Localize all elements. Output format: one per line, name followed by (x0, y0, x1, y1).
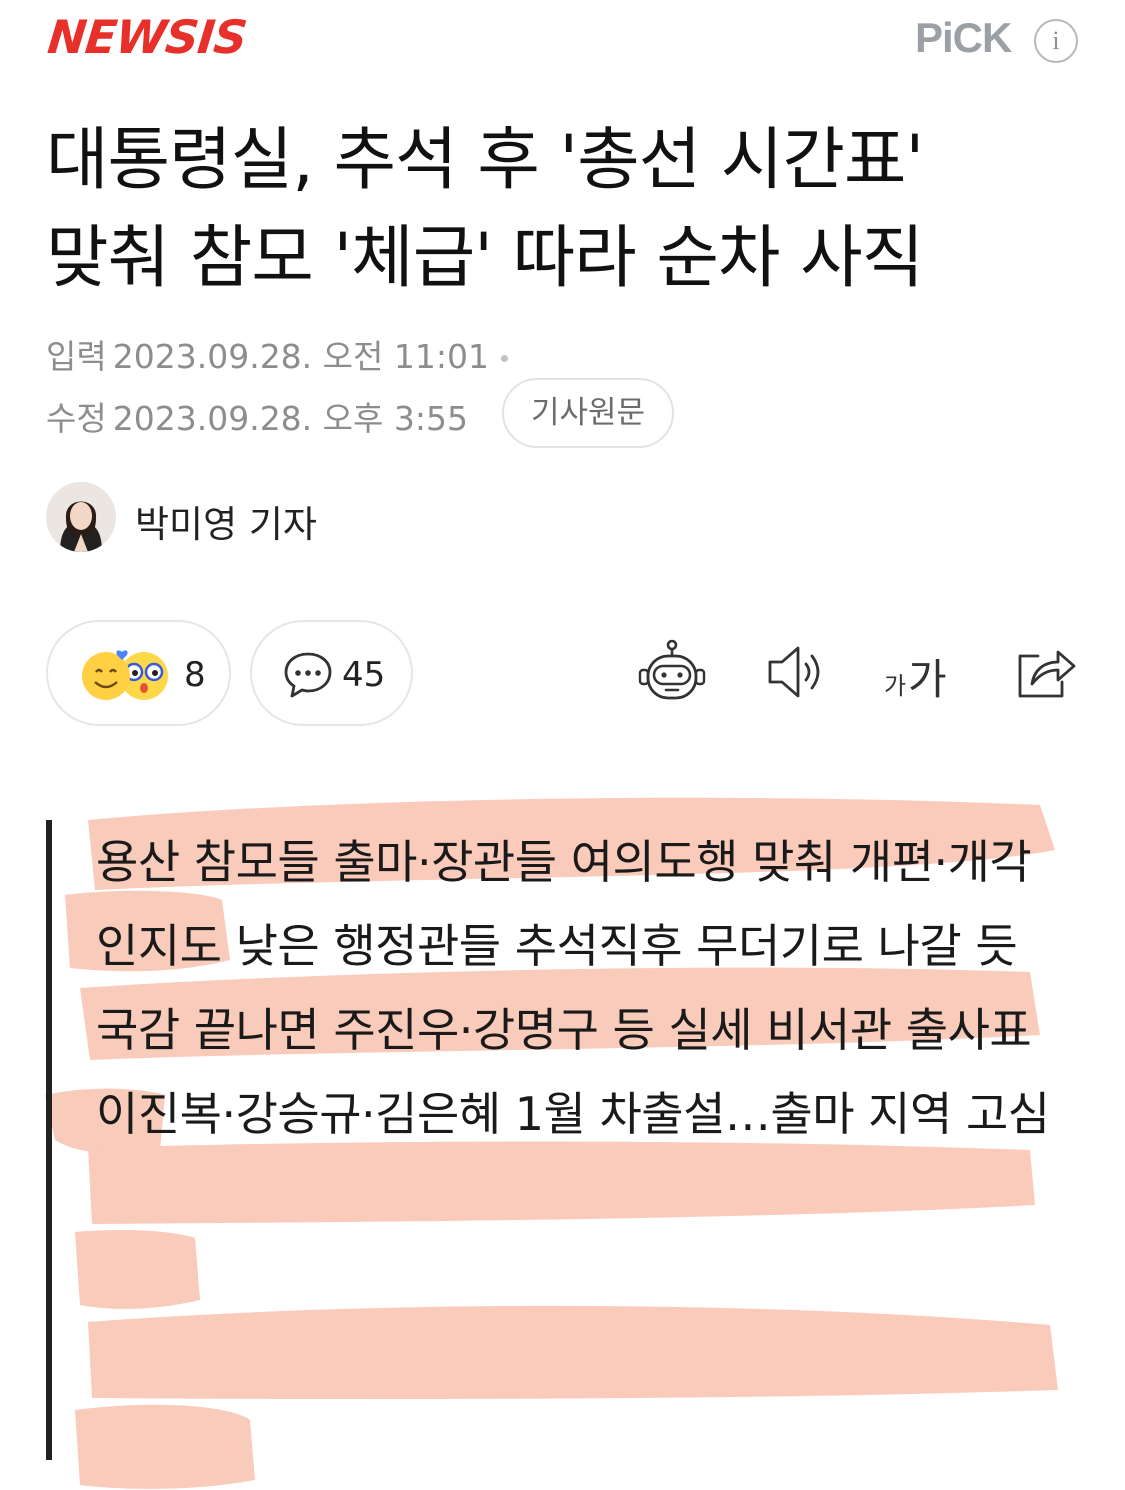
headline-line-1: 대통령실, 추석 후 '총선 시간표' (46, 121, 924, 200)
article-headline: 대통령실, 추석 후 '총선 시간표' 맞춰 참모 '체급' 따라 순차 사직 (46, 112, 1086, 308)
separator-dot (500, 355, 508, 362)
summary-line-4: 이진복·강승규·김은혜 1월 차출설…출마 지역 고심 (96, 1087, 1050, 1141)
font-size-icon[interactable]: 가 가 (884, 636, 964, 708)
comment-count: 45 (342, 655, 386, 695)
article-summary: 용산 참모들 출마·장관들 여의도행 맞춰 개편·개각 인지도 낮은 행정관들 … (46, 820, 1066, 1460)
input-time: 2023.09.28. 오전 11:01 (112, 337, 489, 376)
comment-icon (284, 652, 332, 698)
input-timestamp: 입력 2023.09.28. 오전 11:01 (46, 330, 508, 378)
reporter-name[interactable]: 박미영 기자 (135, 494, 317, 548)
font-large-glyph: 가 (908, 655, 947, 704)
info-icon[interactable]: i (1034, 19, 1078, 63)
bot-icon[interactable] (636, 636, 708, 708)
share-icon[interactable] (1010, 636, 1082, 708)
summary-line-3: 국감 끝나면 주진우·강명구 등 실세 비서관 출사표 (96, 1003, 1032, 1057)
reporter-avatar[interactable] (46, 482, 116, 552)
emoji-reaction-icon (82, 650, 168, 700)
modified-timestamp: 수정 2023.09.28. 오후 3:55 (46, 392, 468, 440)
font-small-glyph: 가 (884, 672, 907, 700)
comment-button[interactable]: 45 (250, 620, 413, 726)
modified-label: 수정 (46, 399, 107, 438)
headline-line-2: 맞춰 참모 '체급' 따라 순차 사직 (46, 219, 924, 298)
summary-text: 용산 참모들 출마·장관들 여의도행 맞춰 개편·개각 인지도 낮은 행정관들 … (96, 820, 1086, 1156)
summary-line-1: 용산 참모들 출마·장관들 여의도행 맞춰 개편·개각 (96, 835, 1032, 889)
header: NEWSIS PiCK i (0, 0, 1125, 80)
pick-label: PiCK (915, 14, 1012, 61)
speaker-icon[interactable] (762, 636, 834, 708)
modified-time: 2023.09.28. 오후 3:55 (112, 399, 468, 438)
newsis-logo[interactable]: NEWSIS (45, 10, 249, 64)
reaction-count: 8 (184, 655, 206, 695)
summary-line-2: 인지도 낮은 행정관들 추석직후 무더기로 나갈 듯 (96, 919, 1018, 973)
original-article-button[interactable]: 기사원문 (502, 378, 674, 448)
reaction-button[interactable]: 8 (46, 620, 231, 726)
input-label: 입력 (46, 337, 107, 376)
